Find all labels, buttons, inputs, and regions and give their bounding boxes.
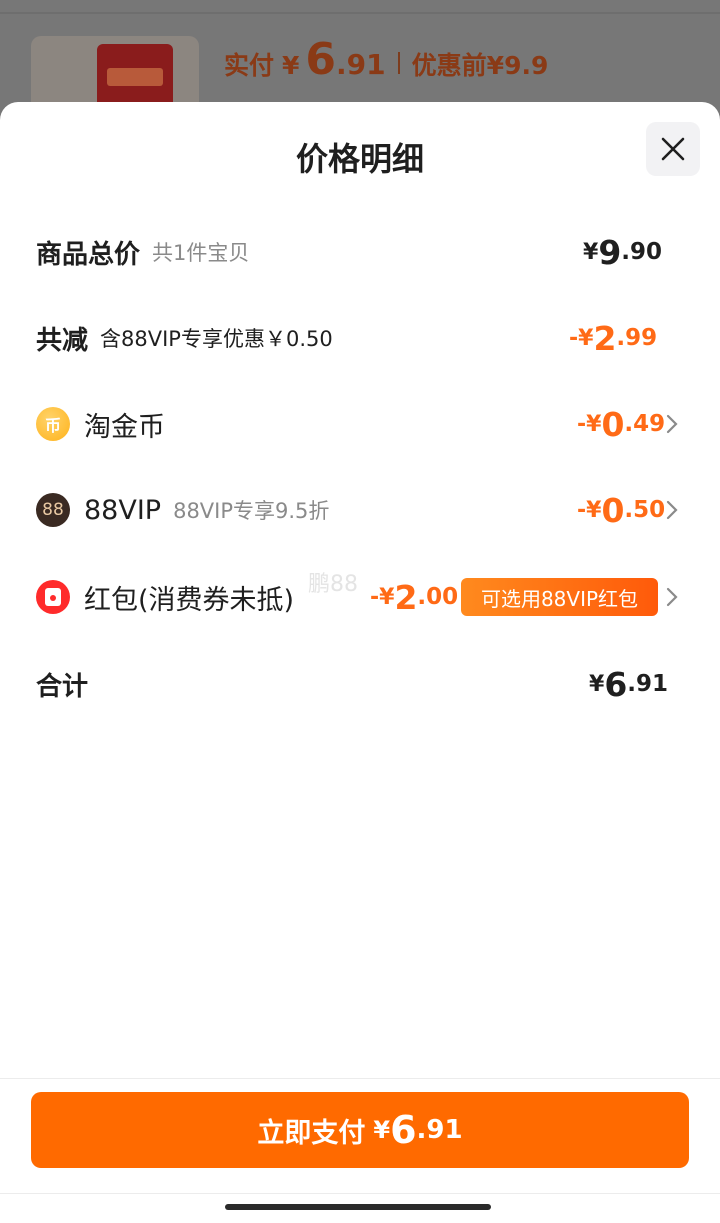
paid-amount-integer: 6 (305, 34, 337, 85)
subtotal-yen: ¥ (583, 239, 599, 265)
vip-red-packet-badge[interactable]: 可选用88VIP红包 (461, 578, 658, 616)
total-amount: ¥ 6 .91 (589, 654, 668, 714)
vip-yen: ¥ (586, 497, 602, 523)
total-yen: ¥ (589, 671, 605, 697)
discount-label: 共减 (36, 325, 89, 356)
discount-minus: - (569, 325, 579, 351)
subtotal-integer: 9 (598, 232, 622, 272)
taojinbi-yen: ¥ (586, 411, 602, 437)
red-packet-label: 红包(消费券未抵) (84, 584, 295, 616)
paid-label: 实付 (224, 51, 275, 80)
subtotal-decimal: .90 (621, 239, 663, 265)
discount-amount: - ¥ 2 .99 (569, 308, 657, 368)
total-decimal: .91 (627, 671, 669, 697)
vip-amount: - ¥ 0 .50 (577, 480, 665, 540)
pay-decimal: .91 (416, 1115, 463, 1145)
chevron-right-icon (666, 414, 678, 434)
vip-icon: 88 (36, 493, 70, 527)
vip-detail: 88VIP专享9.5折 (173, 499, 330, 523)
total-integer: 6 (604, 664, 628, 704)
chevron-right-icon (666, 587, 678, 607)
red-packet-yen: ¥ (379, 584, 395, 610)
paid-amount-decimal: .91 (336, 48, 386, 81)
close-icon (661, 137, 685, 161)
subtotal-label: 商品总价 (36, 239, 141, 270)
watermark: 鹏88 (308, 572, 358, 597)
home-indicator[interactable] (225, 1204, 491, 1210)
vip-minus: - (577, 497, 587, 523)
taojinbi-integer: 0 (601, 404, 625, 444)
discount-integer: 2 (593, 318, 617, 358)
vip-row[interactable]: 88 88VIP 88VIP专享9.5折 - ¥ 0 .50 (0, 480, 720, 540)
footer-divider-bottom (0, 1193, 720, 1194)
taojinbi-label: 淘金币 (84, 411, 165, 443)
close-button[interactable] (646, 122, 700, 176)
red-packet-minus: - (370, 584, 380, 610)
taojinbi-amount: - ¥ 0 .49 (577, 394, 665, 454)
taojinbi-decimal: .49 (624, 411, 666, 437)
total-label: 合计 (36, 671, 89, 702)
taojinbi-minus: - (577, 411, 587, 437)
price-detail-sheet: 价格明细 商品总价 共1件宝贝 ¥ 9 .90 共减 含88VIP专享优惠￥0.… (0, 102, 720, 1223)
sheet-title: 价格明细 (295, 140, 424, 178)
chevron-right-icon (666, 500, 678, 520)
red-packet-amount: - ¥ 2 .00 (370, 567, 458, 627)
vip-integer: 0 (601, 490, 625, 530)
pay-integer: 6 (390, 1108, 417, 1152)
background-price-summary: 实付 ¥ 6 .91 优惠前 ¥9.9 (224, 34, 548, 94)
pay-now-button[interactable]: 立即支付 ¥ 6 .91 (31, 1092, 689, 1168)
subtotal-row: 商品总价 共1件宝贝 ¥ 9 .90 (0, 222, 720, 282)
red-packet-integer: 2 (394, 577, 418, 617)
coin-icon-glyph: 币 (44, 416, 61, 435)
coin-icon: 币 (36, 407, 70, 441)
discount-decimal: .99 (616, 325, 658, 351)
pay-yen: ¥ (373, 1116, 391, 1144)
red-packet-row[interactable]: 红包(消费券未抵) - ¥ 2 .00 可选用88VIP红包 (0, 567, 720, 627)
footer-divider (0, 1078, 720, 1079)
envelope-glyph (45, 588, 61, 606)
red-packet-decimal: .00 (417, 584, 459, 610)
total-row: 合计 ¥ 6 .91 (0, 654, 720, 714)
discount-detail: 含88VIP专享优惠￥0.50 (100, 327, 333, 351)
original-label: 优惠前 (411, 51, 487, 80)
subtotal-amount: ¥ 9 .90 (583, 222, 662, 282)
background-divider (0, 12, 720, 14)
original-price: ¥9.9 (486, 51, 549, 80)
vip-label: 88VIP (84, 494, 162, 526)
vip-decimal: .50 (624, 497, 666, 523)
red-packet-icon (36, 580, 70, 614)
discount-yen: ¥ (578, 325, 594, 351)
price-separator (397, 52, 400, 74)
taojinbi-row[interactable]: 币 淘金币 - ¥ 0 .49 (0, 394, 720, 454)
pay-now-label: 立即支付 (257, 1117, 366, 1149)
subtotal-count: 共1件宝贝 (152, 241, 250, 265)
discount-row: 共减 含88VIP专享优惠￥0.50 - ¥ 2 .99 (0, 308, 720, 368)
paid-yen: ¥ (282, 51, 300, 80)
vip-icon-glyph: 88 (42, 500, 64, 520)
